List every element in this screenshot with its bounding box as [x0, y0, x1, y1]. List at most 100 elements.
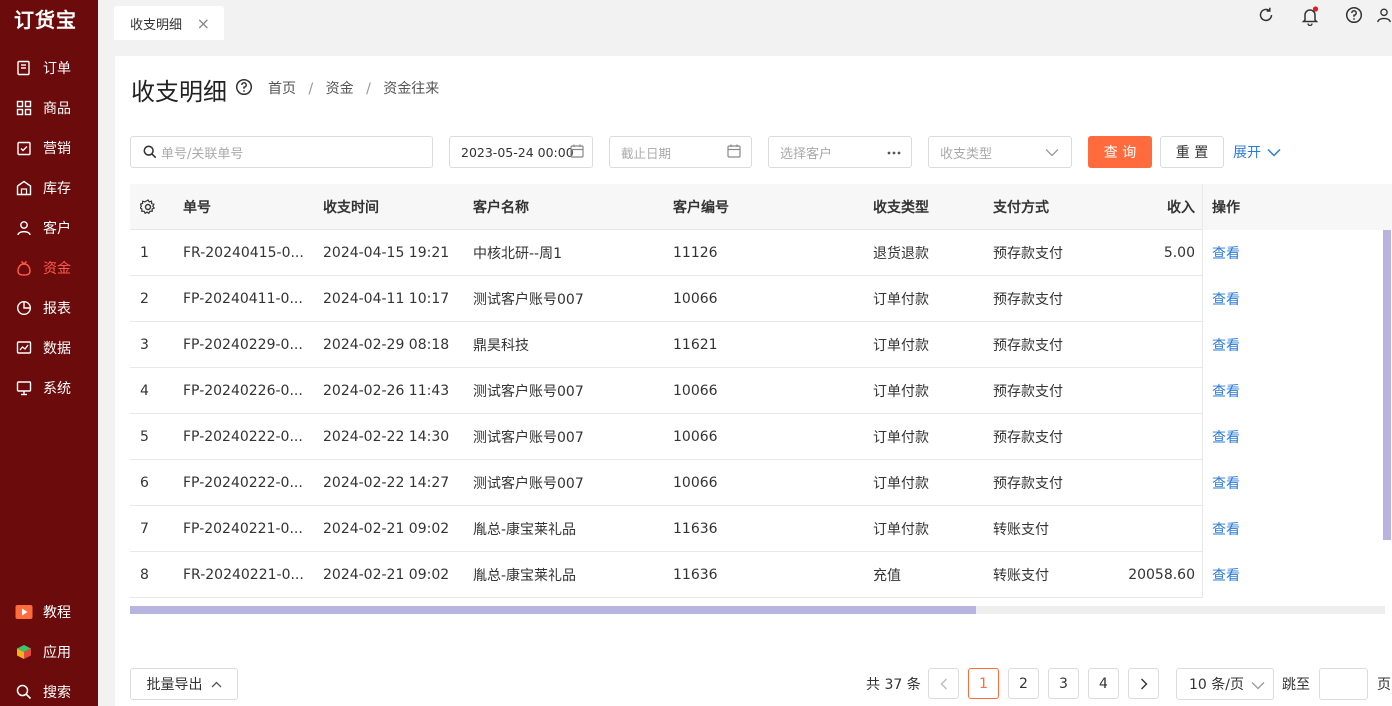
page-button[interactable]: 4 — [1088, 668, 1119, 699]
sidebar-item-reports[interactable]: 报表 — [0, 288, 98, 328]
row-actions: 查看 — [1202, 460, 1392, 506]
row-customer: 测试客户账号007 — [473, 384, 584, 400]
order-icon — [15, 59, 33, 77]
sidebar-item-products[interactable]: 商品 — [0, 88, 98, 128]
breadcrumb-funds[interactable]: 资金 — [326, 81, 354, 97]
start-date-field[interactable]: 2023-05-24 00:00 — [449, 136, 593, 168]
search-input[interactable]: 单号/关联单号 — [130, 136, 433, 168]
row-no: FR-20240415-0... — [183, 245, 304, 261]
page-size-value: 10 条/页 — [1189, 677, 1244, 693]
breadcrumb-separator: / — [308, 81, 314, 97]
expand-button[interactable]: 展开 — [1233, 142, 1281, 162]
view-link[interactable]: 查看 — [1212, 335, 1240, 355]
prev-page-button[interactable] — [928, 668, 959, 699]
row-payment: 转账支付 — [993, 568, 1049, 584]
tab-label: 收支明细 — [130, 17, 183, 33]
row-time: 2024-04-15 19:21 — [323, 245, 450, 261]
column-header-type: 收支类型 — [873, 200, 929, 216]
row-type: 订单付款 — [873, 430, 929, 446]
user-icon[interactable] — [1376, 6, 1392, 28]
row-customer: 测试客户账号007 — [473, 476, 584, 492]
sidebar-item-label: 报表 — [43, 301, 71, 317]
vertical-scrollbar[interactable] — [1383, 230, 1391, 540]
sidebar-item-data[interactable]: 数据 — [0, 328, 98, 368]
query-button[interactable]: 查 询 — [1088, 136, 1152, 168]
row-index: 4 — [140, 383, 149, 399]
column-header-no: 单号 — [183, 200, 211, 216]
column-settings-button[interactable] — [140, 184, 156, 230]
row-no: FP-20240221-0... — [183, 521, 303, 537]
row-time: 2024-02-21 09:02 — [323, 567, 450, 583]
view-link[interactable]: 查看 — [1212, 289, 1240, 309]
sidebar-item-label: 应用 — [43, 645, 71, 661]
table-header: 单号 收支时间 客户名称 客户编号 收支类型 支付方式 收入 操作 — [130, 184, 1392, 230]
help-icon[interactable] — [1332, 6, 1376, 28]
data-icon — [15, 339, 33, 357]
row-actions: 查看 — [1202, 414, 1392, 460]
end-date-placeholder: 截止日期 — [621, 145, 672, 161]
horizontal-scrollbar[interactable] — [130, 606, 1385, 614]
bell-icon[interactable] — [1288, 6, 1332, 28]
header-actions — [1244, 6, 1392, 28]
breadcrumb-separator: / — [366, 81, 371, 97]
app-logo: 订货宝 — [14, 8, 77, 32]
sidebar-item-tutorial[interactable]: 教程 — [0, 592, 98, 632]
customer-placeholder: 选择客户 — [780, 146, 833, 162]
view-link[interactable]: 查看 — [1212, 473, 1240, 493]
row-no: FP-20240222-0... — [183, 475, 303, 491]
page-size-select[interactable]: 10 条/页 — [1176, 668, 1274, 700]
breadcrumb-home[interactable]: 首页 — [268, 81, 296, 97]
sidebar-item-inventory[interactable]: 库存 — [0, 168, 98, 208]
row-payment: 预存款支付 — [993, 430, 1063, 446]
sidebar-item-label: 数据 — [43, 341, 71, 357]
end-date-field[interactable]: 截止日期 — [609, 136, 752, 168]
row-payment: 预存款支付 — [993, 384, 1063, 400]
row-index: 1 — [140, 245, 149, 261]
report-icon — [15, 299, 33, 317]
search-placeholder: 单号/关联单号 — [161, 146, 244, 162]
help-icon[interactable] — [235, 78, 253, 100]
row-code: 10066 — [673, 475, 718, 491]
refresh-icon[interactable] — [1244, 6, 1288, 28]
jump-page-input[interactable] — [1319, 668, 1368, 700]
page-button[interactable]: 3 — [1048, 668, 1079, 699]
customer-select[interactable]: 选择客户 — [768, 136, 912, 168]
calendar-icon — [727, 144, 741, 158]
sidebar-item-apps[interactable]: 应用 — [0, 632, 98, 672]
tab-funds-detail[interactable]: 收支明细 × — [114, 6, 224, 40]
reset-button[interactable]: 重 置 — [1160, 136, 1224, 168]
view-link[interactable]: 查看 — [1212, 427, 1240, 447]
funds-table: 单号 收支时间 客户名称 客户编号 收支类型 支付方式 收入 操作 1 FR-2… — [130, 184, 1392, 598]
sidebar-item-search[interactable]: 搜索 — [0, 672, 98, 706]
next-page-button[interactable] — [1128, 668, 1159, 699]
sidebar-item-orders[interactable]: 订单 — [0, 48, 98, 88]
view-link[interactable]: 查看 — [1212, 381, 1240, 401]
row-code: 10066 — [673, 429, 718, 445]
gear-icon — [140, 199, 156, 215]
row-payment: 预存款支付 — [993, 476, 1063, 492]
sidebar-item-customers[interactable]: 客户 — [0, 208, 98, 248]
view-link[interactable]: 查看 — [1212, 243, 1240, 263]
chevron-up-icon — [211, 681, 222, 688]
type-select[interactable]: 收支类型 — [928, 136, 1072, 168]
row-code: 11621 — [673, 337, 718, 353]
batch-export-button[interactable]: 批量导出 — [130, 668, 238, 700]
row-time: 2024-02-21 09:02 — [323, 521, 450, 537]
scrollbar-thumb[interactable] — [130, 606, 976, 614]
close-icon[interactable]: × — [197, 14, 210, 33]
total-count: 共 37 条 — [866, 677, 921, 693]
row-type: 退货退款 — [873, 246, 929, 262]
sidebar-item-funds[interactable]: 资金 — [0, 248, 98, 288]
view-link[interactable]: 查看 — [1212, 519, 1240, 539]
row-no: FP-20240411-0... — [183, 291, 303, 307]
view-link[interactable]: 查看 — [1212, 565, 1240, 585]
row-actions: 查看 — [1202, 506, 1392, 552]
sidebar-item-label: 营销 — [43, 141, 71, 157]
sidebar-item-system[interactable]: 系统 — [0, 368, 98, 408]
sidebar-item-marketing[interactable]: 营销 — [0, 128, 98, 168]
tutorial-icon — [15, 603, 33, 621]
expand-label: 展开 — [1233, 145, 1261, 161]
search-icon — [15, 683, 33, 701]
page-button[interactable]: 2 — [1008, 668, 1039, 699]
page-button[interactable]: 1 — [968, 668, 999, 699]
